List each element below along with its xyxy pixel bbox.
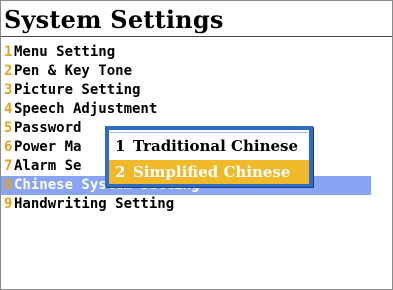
menu-item-number: 9 — [4, 196, 13, 212]
menu-item-label: Picture Setting — [14, 82, 141, 98]
option-label: Simplified Chinese — [133, 163, 291, 181]
menu-item-number: 1 — [4, 44, 13, 60]
menu-item-label: Alarm Se — [14, 158, 82, 174]
menu-item-handwriting-setting[interactable]: 9 Handwriting Setting — [1, 195, 392, 214]
menu-item-pen-key-tone[interactable]: 2 Pen & Key Tone — [1, 62, 392, 81]
option-traditional-chinese[interactable]: 1 Traditional Chinese — [109, 134, 309, 158]
page-title: System Settings — [4, 5, 224, 34]
option-label: Traditional Chinese — [133, 137, 299, 155]
option-number: 1 — [115, 137, 126, 155]
menu-item-number: 6 — [4, 139, 13, 155]
menu-item-label: Power Ma — [14, 139, 82, 155]
menu-item-number: 5 — [4, 120, 13, 136]
menu-item-number: 2 — [4, 63, 13, 79]
menu-item-number: 7 — [4, 158, 13, 174]
menu-item-picture-setting[interactable]: 3 Picture Setting — [1, 81, 392, 100]
menu-item-number: 3 — [4, 82, 13, 98]
menu-item-number: 4 — [4, 101, 13, 117]
menu-item-menu-setting[interactable]: 1 Menu Setting — [1, 43, 392, 62]
menu-item-label: Menu Setting — [14, 44, 116, 60]
menu-item-label: Handwriting Setting — [14, 196, 175, 212]
option-simplified-chinese[interactable]: 2 Simplified Chinese — [109, 160, 309, 184]
settings-screen: System Settings 1 Menu Setting 2 Pen & Key… — [0, 0, 393, 290]
language-popup: 1 Traditional Chinese 2 Simplified Chinese — [105, 126, 313, 187]
menu-item-label: Password — [14, 120, 82, 136]
menu-item-label: Speech Adjustment — [14, 101, 158, 117]
menu-item-number: 8 — [4, 177, 13, 193]
option-number: 2 — [115, 163, 126, 181]
menu-item-speech-adjustment[interactable]: 4 Speech Adjustment — [1, 100, 392, 119]
menu-item-label: Pen & Key Tone — [14, 63, 133, 79]
title-divider — [1, 36, 392, 37]
